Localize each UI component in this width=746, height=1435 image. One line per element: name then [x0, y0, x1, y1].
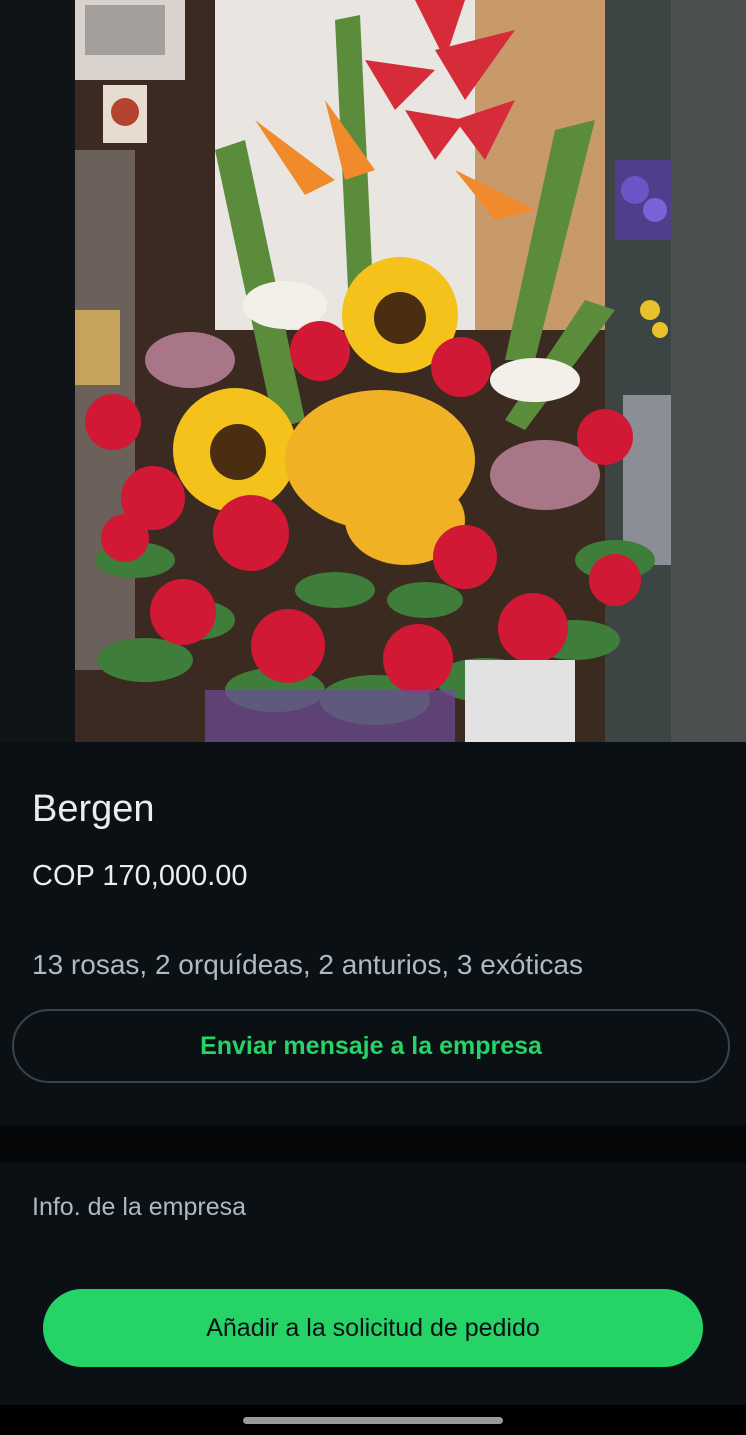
section-divider: [0, 1125, 746, 1163]
message-business-button[interactable]: Enviar mensaje a la empresa: [12, 1009, 730, 1083]
product-details: Bergen COP 170,000.00 13 rosas, 2 orquíd…: [0, 742, 746, 1125]
product-image-area: [0, 0, 746, 742]
product-image[interactable]: [75, 0, 671, 742]
product-name: Bergen: [32, 788, 155, 830]
system-nav-bar: [0, 1405, 746, 1435]
business-info-section: Info. de la empresa Añadir a la solicitu…: [0, 1163, 746, 1405]
product-description: 13 rosas, 2 orquídeas, 2 anturios, 3 exó…: [32, 949, 583, 980]
product-price: COP 170,000.00: [32, 860, 248, 892]
business-info-link[interactable]: Info. de la empresa: [32, 1191, 246, 1223]
home-indicator[interactable]: [243, 1417, 503, 1424]
photo-side-panel: [671, 0, 746, 742]
add-to-order-button[interactable]: Añadir a la solicitud de pedido: [43, 1289, 703, 1367]
